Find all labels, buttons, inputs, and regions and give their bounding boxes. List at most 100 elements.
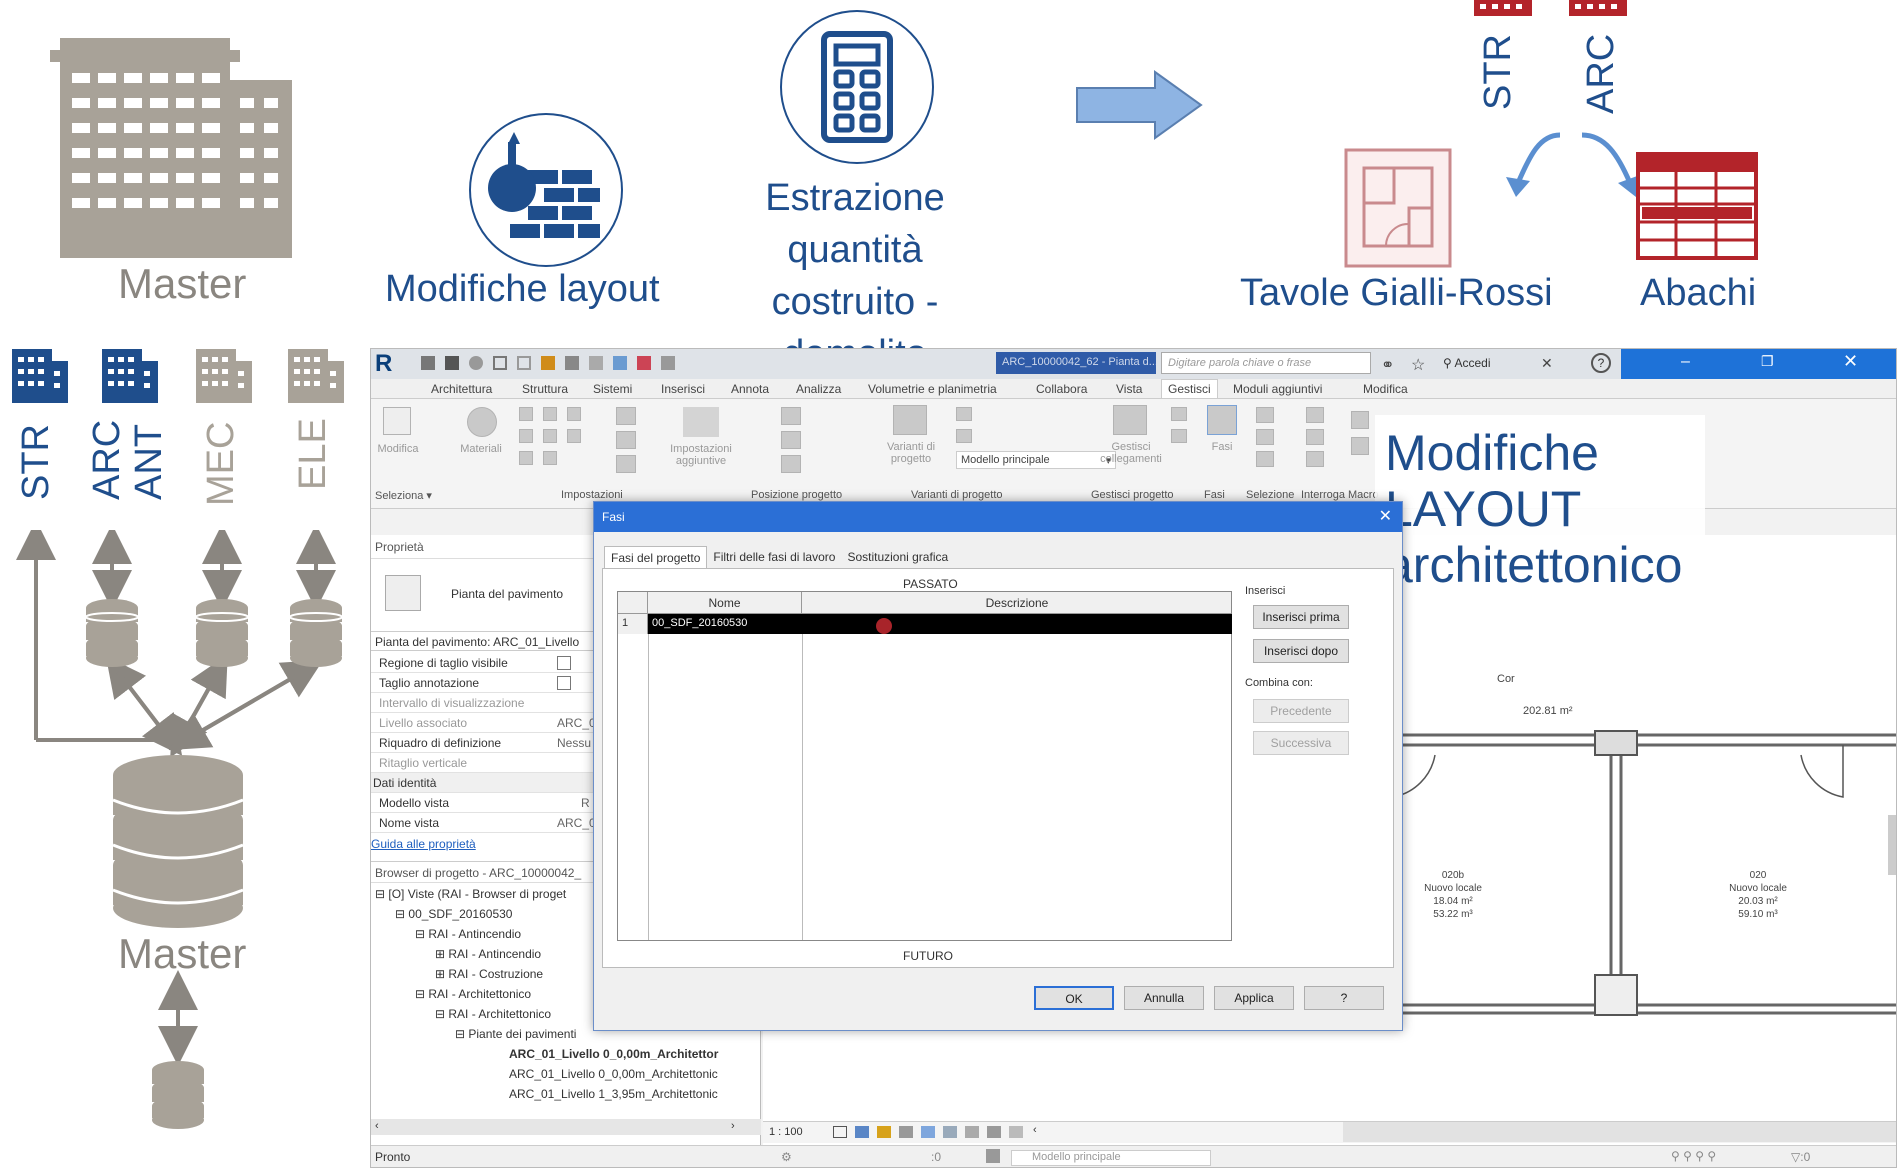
selection-tools-icons[interactable]: ⚲ ⚲ ⚲ ⚲	[1671, 1149, 1716, 1163]
column-header-descrizione[interactable]: Descrizione	[802, 592, 1232, 614]
dialog-close-icon[interactable]: ✕	[1379, 506, 1392, 526]
tab-architettura[interactable]: Architettura	[431, 382, 492, 396]
type-selector[interactable]: Pianta del pavimento	[451, 587, 563, 601]
thin-lines-icon[interactable]	[613, 356, 627, 370]
scale-selector[interactable]: 1 : 100	[769, 1126, 803, 1138]
inquiry-icon[interactable]	[1306, 451, 1324, 467]
visual-style-icon[interactable]	[855, 1126, 869, 1138]
varianti-button-label[interactable]: Varianti di progetto	[876, 441, 946, 465]
object-styles-icon[interactable]	[519, 407, 533, 421]
panel-seleziona[interactable]: Seleziona ▾	[375, 489, 432, 502]
location-icon[interactable]	[781, 407, 801, 425]
help-icon[interactable]: ?	[1591, 353, 1611, 373]
manage-images-icon[interactable]	[1171, 407, 1187, 421]
detail-level-icon[interactable]	[833, 1126, 847, 1138]
tree-item[interactable]: ⊟ RAI - Antincendio	[415, 927, 521, 941]
revit-logo-icon[interactable]: R	[375, 351, 401, 377]
shared-params-icon[interactable]	[543, 429, 557, 443]
tab-analizza[interactable]: Analizza	[796, 382, 841, 396]
reveal-hidden-icon[interactable]	[987, 1126, 1001, 1138]
analytical-model-icon[interactable]	[1009, 1126, 1023, 1138]
help-properties-link[interactable]: Guida alle proprietà	[371, 837, 476, 851]
work-sharing-icon[interactable]: ⚙	[781, 1150, 792, 1164]
scroll-left-icon[interactable]: ‹	[1033, 1124, 1037, 1136]
add-to-set-icon[interactable]	[956, 407, 972, 421]
tab-vista[interactable]: Vista	[1116, 382, 1142, 396]
tab-moduli[interactable]: Moduli aggiuntivi	[1233, 382, 1322, 396]
manage-links-icon[interactable]	[1113, 405, 1147, 435]
binoculars-icon[interactable]: ⚭	[1381, 355, 1394, 375]
design-option-select[interactable]: Modello principale ▾	[956, 451, 1116, 469]
project-info-icon[interactable]	[567, 407, 581, 421]
tree-item[interactable]: ⊞ RAI - Costruzione	[435, 967, 543, 981]
wrench-icon[interactable]	[683, 407, 719, 437]
close-hidden-icon[interactable]	[637, 356, 651, 370]
tab-sostituzioni[interactable]: Sostituzioni grafica	[841, 546, 954, 568]
tree-item[interactable]: ⊟ RAI - Architettonico	[435, 1007, 551, 1021]
sync-icon[interactable]	[469, 356, 483, 370]
structural-settings-icon[interactable]	[616, 407, 636, 425]
global-params-icon[interactable]	[567, 429, 581, 443]
mep-settings-icon[interactable]	[616, 431, 636, 449]
insert-after-button[interactable]: Inserisci dopo	[1253, 639, 1349, 663]
fasi-button-label[interactable]: Fasi	[1202, 441, 1242, 453]
help-button[interactable]: ?	[1304, 986, 1384, 1010]
crop-view-icon[interactable]	[921, 1126, 935, 1138]
undo-icon[interactable]	[493, 356, 507, 370]
pick-to-edit-icon[interactable]	[956, 429, 972, 443]
open-icon[interactable]	[421, 356, 435, 370]
tree-item[interactable]: ⊟ [O] Viste (RAI - Browser di proget	[375, 887, 566, 901]
sun-path-icon[interactable]	[877, 1126, 891, 1138]
save-icon[interactable]	[445, 356, 459, 370]
phases-icon[interactable]	[1207, 405, 1237, 435]
coordinates-icon[interactable]	[781, 431, 801, 449]
browser-scrollbar[interactable]: ‹ ›	[371, 1119, 761, 1135]
modify-cursor-icon[interactable]	[383, 407, 411, 435]
design-options-status-icon[interactable]	[986, 1149, 1000, 1163]
tab-gestisci[interactable]: Gestisci	[1161, 379, 1218, 398]
show-crop-icon[interactable]	[943, 1126, 957, 1138]
phase-name-cell[interactable]: 00_SDF_20160530	[648, 614, 802, 634]
snaps-icon[interactable]	[543, 407, 557, 421]
tab-collabora[interactable]: Collabora	[1036, 382, 1087, 396]
modifica-button-label[interactable]: Modifica	[373, 443, 423, 455]
text-icon[interactable]	[565, 356, 579, 370]
insert-before-button[interactable]: Inserisci prima	[1253, 605, 1349, 629]
purge-icon[interactable]	[543, 451, 557, 465]
materials-sphere-icon[interactable]	[467, 407, 497, 437]
ok-button[interactable]: OK	[1034, 986, 1114, 1010]
design-options-icon[interactable]	[893, 405, 927, 435]
combine-next-button[interactable]: Successiva	[1253, 731, 1349, 755]
column-header-nome[interactable]: Nome	[648, 592, 802, 614]
gestisci-collegamenti-label[interactable]: Gestisci collegamenti	[1096, 441, 1166, 465]
combine-previous-button[interactable]: Precedente	[1253, 699, 1349, 723]
exchange-icon[interactable]: ✕	[1541, 355, 1553, 372]
checkbox[interactable]	[557, 676, 571, 690]
tree-item[interactable]: ⊞ RAI - Antincendio	[435, 947, 541, 961]
checkbox[interactable]	[557, 656, 571, 670]
warnings-icon[interactable]	[1306, 429, 1324, 445]
active-option-select[interactable]: Modello principale	[1011, 1150, 1211, 1166]
tab-inserisci[interactable]: Inserisci	[661, 382, 705, 396]
redo-icon[interactable]	[517, 356, 531, 370]
tab-filtri-fasi[interactable]: Filtri delle fasi di lavoro	[707, 546, 841, 568]
apply-button[interactable]: Applica	[1214, 986, 1294, 1010]
tree-item[interactable]: ⊟ Piante dei pavimenti	[455, 1027, 576, 1041]
shadows-icon[interactable]	[899, 1126, 913, 1138]
tab-modifica[interactable]: Modifica	[1363, 382, 1408, 396]
tree-item[interactable]: ⊟ RAI - Architettonico	[415, 987, 531, 1001]
tab-sistemi[interactable]: Sistemi	[593, 382, 632, 396]
select-by-id-icon[interactable]	[1256, 407, 1274, 423]
close-icon[interactable]: ✕	[1843, 351, 1858, 372]
switch-windows-icon[interactable]	[661, 356, 675, 370]
tree-item[interactable]: ⊟ 00_SDF_20160530	[395, 907, 512, 921]
measure-icon[interactable]	[541, 356, 555, 370]
minimize-icon[interactable]: –	[1681, 353, 1690, 371]
search-input[interactable]: Digitare parola chiave o frase	[1161, 352, 1371, 374]
starting-view-icon[interactable]	[1171, 429, 1187, 443]
tab-annota[interactable]: Annota	[731, 382, 769, 396]
cancel-button[interactable]: Annulla	[1124, 986, 1204, 1010]
room-tag-020b[interactable]: 020b Nuovo locale 18.04 m² 53.22 m³	[1408, 869, 1498, 921]
scroll-left-icon[interactable]: ‹	[375, 1120, 379, 1132]
3d-icon[interactable]	[589, 356, 603, 370]
